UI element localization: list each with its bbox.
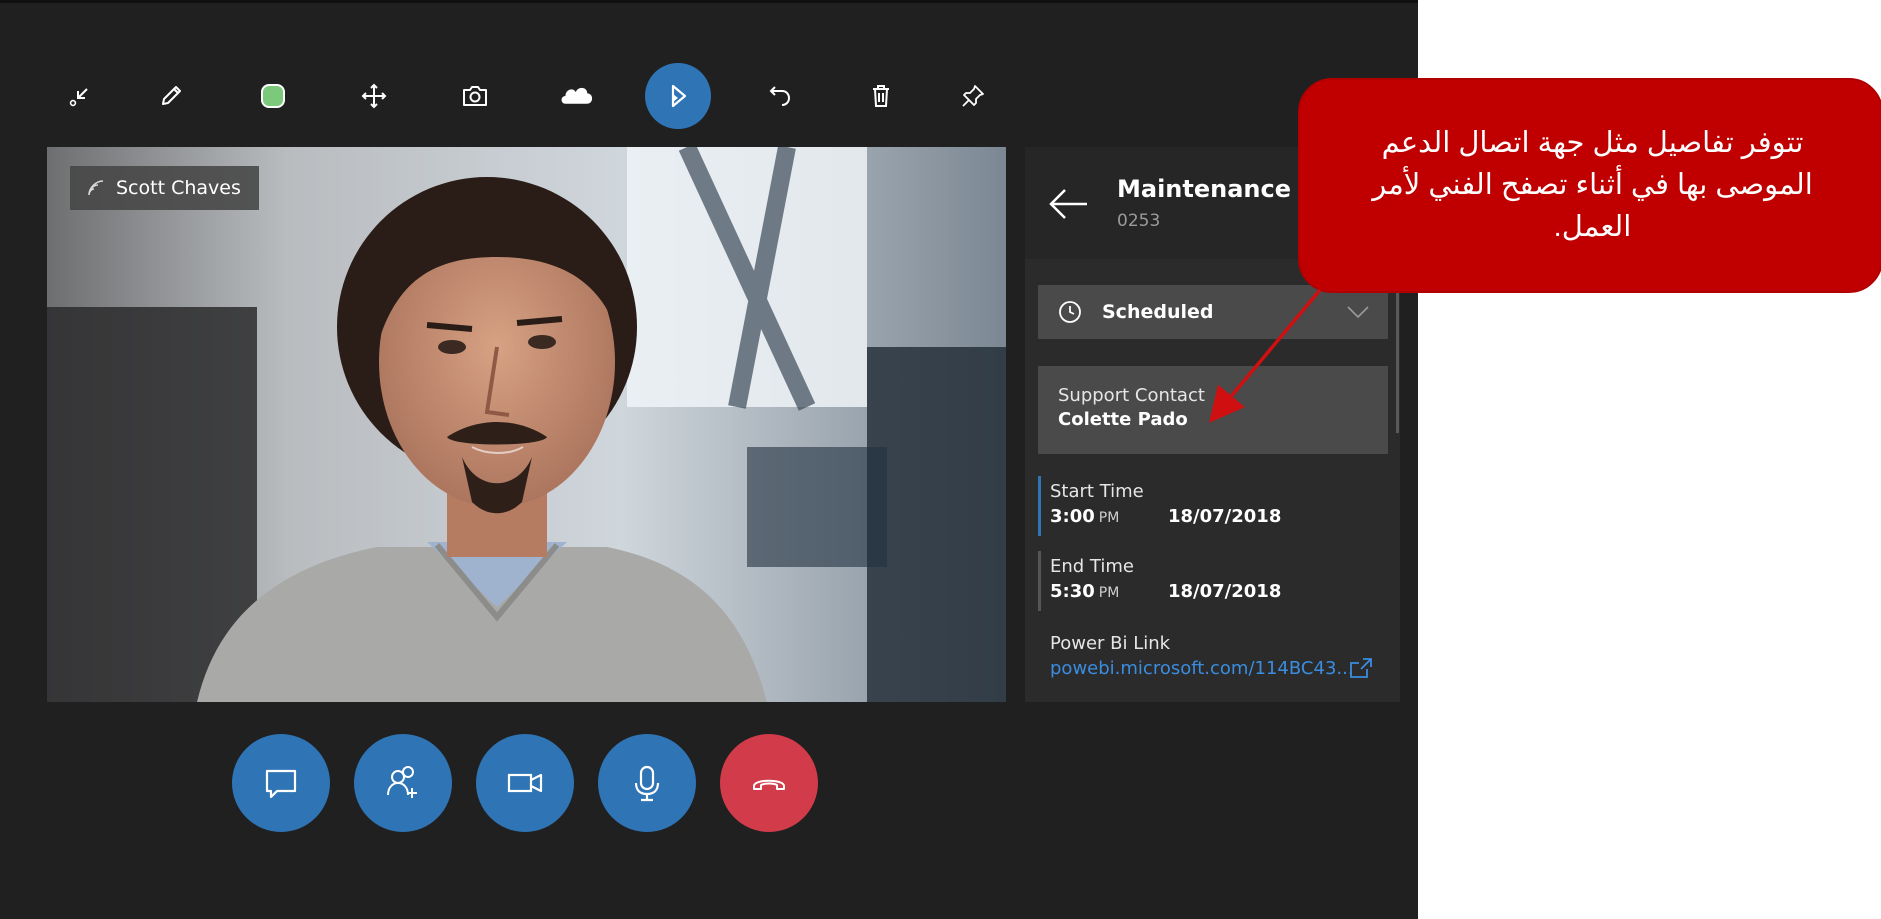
start-time-label: Start Time [1050, 481, 1144, 502]
participant-name-tag: Scott Chaves [70, 166, 259, 210]
add-participant-icon [387, 766, 417, 798]
move-button[interactable] [344, 66, 404, 126]
mute-button[interactable] [598, 734, 696, 832]
end-time-label: End Time [1050, 556, 1134, 577]
dynamics-button[interactable] [645, 63, 711, 129]
start-date-value: 18/07/2018 [1168, 506, 1282, 527]
microphone-icon [634, 765, 660, 802]
start-time-value: 3:00 PM [1050, 506, 1119, 527]
chat-button[interactable] [232, 734, 330, 832]
pen-button[interactable] [141, 66, 201, 126]
top-border [0, 0, 1418, 3]
end-time-field: End Time 5:30 PM 18/07/2018 [1038, 551, 1378, 611]
remote-assist-app: Scott Chaves Maintenance o 0253 Schedule… [0, 0, 1418, 919]
onedrive-button[interactable] [547, 66, 607, 126]
camera-icon [463, 86, 487, 106]
minimize-button[interactable] [50, 66, 110, 126]
callout-text: تتوفر تفاصيل مثل جهة اتصال الدعم الموصى … [1372, 127, 1813, 243]
panel-scrollbar[interactable] [1396, 273, 1399, 433]
support-contact-card[interactable]: Support Contact Colette Pado [1038, 366, 1388, 454]
clock-icon [1059, 301, 1081, 323]
annotation-callout: تتوفر تفاصيل مثل جهة اتصال الدعم الموصى … [1298, 78, 1881, 293]
dynamics-logo-icon [671, 84, 687, 108]
pin-button[interactable] [943, 66, 1003, 126]
hang-up-icon [753, 779, 785, 790]
power-bi-link[interactable]: powebi.microsoft.com/114BC43... [1050, 658, 1354, 679]
back-arrow-icon[interactable] [1047, 182, 1091, 226]
status-value: Scheduled [1102, 301, 1214, 323]
undo-button[interactable] [750, 66, 810, 126]
open-external-icon[interactable] [1349, 657, 1373, 679]
pen-icon [162, 86, 181, 105]
color-button[interactable] [243, 66, 303, 126]
end-call-button[interactable] [720, 734, 818, 832]
end-time-value: 5:30 PM [1050, 581, 1119, 602]
pin-icon [962, 85, 984, 107]
start-time-hour: 3:00 [1050, 506, 1095, 527]
field-indicator [1038, 476, 1041, 536]
color-swatch-icon [261, 84, 285, 108]
add-participant-button[interactable] [354, 734, 452, 832]
support-contact-label: Support Contact [1058, 385, 1205, 406]
snapshot-button[interactable] [445, 66, 505, 126]
end-time-ampm: PM [1098, 585, 1120, 601]
chevron-down-icon [1347, 306, 1369, 319]
signal-icon [88, 180, 104, 196]
end-time-hour: 5:30 [1050, 581, 1095, 602]
move-icon [361, 83, 387, 109]
participant-video [47, 147, 1006, 702]
start-time-ampm: PM [1098, 510, 1120, 526]
trash-icon [873, 85, 889, 107]
end-date-value: 18/07/2018 [1168, 581, 1282, 602]
field-indicator [1038, 551, 1041, 611]
video-toggle-button[interactable] [476, 734, 574, 832]
power-bi-label: Power Bi Link [1050, 633, 1171, 654]
delete-button[interactable] [851, 66, 911, 126]
start-time-field: Start Time 3:00 PM 18/07/2018 [1038, 476, 1378, 536]
status-dropdown[interactable]: Scheduled [1038, 285, 1388, 339]
video-camera-icon [507, 773, 543, 793]
work-order-number: 0253 [1117, 211, 1161, 231]
support-contact-name: Colette Pado [1058, 409, 1188, 430]
video-feed: Scott Chaves [47, 147, 1006, 702]
undo-icon [769, 86, 791, 106]
work-order-title: Maintenance o [1117, 175, 1316, 203]
minimize-icon [69, 88, 88, 107]
participant-name: Scott Chaves [116, 177, 241, 199]
cloud-icon [561, 87, 593, 104]
chat-icon [265, 769, 297, 799]
